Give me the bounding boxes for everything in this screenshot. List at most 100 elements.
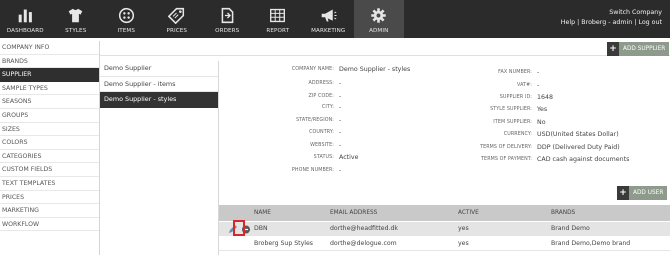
nav-admin[interactable]: ADMIN xyxy=(353,0,404,38)
phone-number-label: PHONE NUMBER: xyxy=(291,168,334,173)
nav-prices[interactable]: PRICES xyxy=(152,0,203,38)
sidebar-item-workflow[interactable]: WORKFLOW xyxy=(0,218,100,232)
nav-orders[interactable]: ORDERS xyxy=(202,0,253,38)
gear-icon xyxy=(371,8,386,23)
add-supplier-button[interactable]: + ADD SUPPLIER xyxy=(607,42,670,56)
state-region-value: - xyxy=(339,117,342,124)
nav-marketing[interactable]: MARKETING xyxy=(303,0,354,38)
column-header-active[interactable]: ACTIVE xyxy=(458,205,479,221)
user-name: Broberg Sup Styles xyxy=(254,240,314,247)
logout-link[interactable]: Log out xyxy=(638,19,662,26)
sidebar-item-categories[interactable]: CATEGORIES xyxy=(0,150,100,164)
help-link[interactable]: Help xyxy=(561,19,575,26)
phone-number-value: - xyxy=(339,167,342,174)
nav-label: STYLES xyxy=(65,28,87,34)
megaphone-icon xyxy=(321,9,337,22)
nav-items[interactable]: ITEMS xyxy=(101,0,152,38)
item-supplier-label: ITEM SUPPLIER: xyxy=(493,120,532,125)
dashboard-bars-icon xyxy=(18,9,32,23)
current-user: Broberg - admin xyxy=(581,19,633,26)
terms-of-delivery-value: DDP (Delivered Duty Paid) xyxy=(537,144,620,151)
sidebar-item-sizes[interactable]: SIZES xyxy=(0,123,100,137)
address-label: ADDRESS: xyxy=(308,81,334,86)
separator: | xyxy=(634,19,637,26)
website-value: - xyxy=(339,142,342,149)
sidebar-item-brands[interactable]: BRANDS xyxy=(0,55,100,69)
nav-label: ADMIN xyxy=(369,28,389,34)
user-brands: Brand Demo xyxy=(551,225,590,232)
price-tag-icon xyxy=(168,7,185,24)
company-name: Switch Company xyxy=(609,9,662,16)
column-header-brands[interactable]: BRANDS xyxy=(551,205,575,221)
vat-label: VAT#: xyxy=(517,83,532,88)
add-supplier-label: ADD SUPPLIER xyxy=(623,46,666,52)
nav-report[interactable]: REPORT xyxy=(253,0,304,38)
status-label: STATUS: xyxy=(313,155,334,160)
user-email: dorthe@delogue.com xyxy=(330,240,397,247)
user-brands: Brand Demo,Demo brand xyxy=(551,240,631,247)
state-region-label: STATE/REGION: xyxy=(296,118,334,123)
separator: | xyxy=(577,19,580,26)
city-label: CITY: xyxy=(321,105,334,110)
address-value: - xyxy=(339,80,342,87)
company-name-value: Demo Supplier - styles xyxy=(339,66,411,73)
user-email: dorthe@headfitted.dk xyxy=(330,225,399,232)
sidebar-item-sample-types[interactable]: SAMPLE TYPES xyxy=(0,82,100,96)
item-supplier-value: No xyxy=(537,119,546,126)
users-table-header: NAME EMAIL ADDRESS ACTIVE BRANDS xyxy=(219,205,670,221)
user-active: yes xyxy=(458,240,469,247)
nav-styles[interactable]: STYLES xyxy=(51,0,102,38)
shirt-icon xyxy=(68,8,83,23)
company-name-label: COMPANY NAME: xyxy=(291,67,334,72)
supplier-id-value: 1648 xyxy=(537,94,554,101)
order-document-icon xyxy=(221,7,234,24)
column-header-name[interactable]: NAME xyxy=(254,205,271,221)
table-row[interactable]: DBN dorthe@headfitted.dk yes Brand Demo xyxy=(219,222,670,236)
top-navigation-bar: DASHBOARD STYLES ITEMS PRICES ORDERS REP… xyxy=(0,0,670,38)
admin-sidebar: COMPANY INFO BRANDS SUPPLIER SAMPLE TYPE… xyxy=(0,41,100,232)
currency-label: CURRENCY: xyxy=(503,132,532,137)
highlight-box xyxy=(233,220,245,236)
terms-of-delivery-label: TERMS OF DELIVERY: xyxy=(480,145,532,150)
zip-code-label: ZIP CODE: xyxy=(308,94,334,99)
fax-number-label: FAX NUMBER: xyxy=(498,70,532,75)
style-supplier-value: Yes xyxy=(537,106,548,113)
sidebar-item-company-info[interactable]: COMPANY INFO xyxy=(0,41,100,55)
column-header-email[interactable]: EMAIL ADDRESS xyxy=(330,205,377,221)
nav-label: ORDERS xyxy=(215,28,240,34)
user-name: DBN xyxy=(254,225,268,232)
nav-label: DASHBOARD xyxy=(6,28,44,34)
terms-of-payment-value: CAD cash against documents xyxy=(537,156,630,163)
user-active: yes xyxy=(458,225,469,232)
company-info: Switch Company Help | Broberg - admin | … xyxy=(561,8,662,28)
sidebar-item-colors[interactable]: COLORS xyxy=(0,136,100,150)
sidebar-item-text-templates[interactable]: TEXT TEMPLATES xyxy=(0,177,100,191)
sidebar-item-custom-fields[interactable]: CUSTOM FIELDS xyxy=(0,163,100,177)
sidebar-item-seasons[interactable]: SEASONS xyxy=(0,95,100,109)
buttons-icon xyxy=(118,7,134,24)
status-value: Active xyxy=(339,154,359,161)
plus-icon: + xyxy=(607,42,619,56)
supplier-list-item[interactable]: Demo Supplier xyxy=(100,61,218,77)
nav-label: REPORT xyxy=(266,28,290,34)
nav-dashboard[interactable]: DASHBOARD xyxy=(0,0,51,38)
sidebar-item-marketing[interactable]: MARKETING xyxy=(0,204,100,218)
sidebar-item-supplier[interactable]: SUPPLIER xyxy=(0,68,100,82)
nav-label: PRICES xyxy=(166,28,187,34)
city-value: - xyxy=(339,104,342,111)
zip-code-value: - xyxy=(339,93,342,100)
country-value: - xyxy=(339,129,342,136)
supplier-toolbar xyxy=(100,42,670,56)
add-user-button[interactable]: + ADD USER xyxy=(617,186,668,200)
report-grid-icon xyxy=(270,8,286,23)
supplier-list-item[interactable]: Demo Supplier - items xyxy=(100,77,218,92)
sidebar-item-prices[interactable]: PRICES xyxy=(0,191,100,205)
table-row[interactable]: Broberg Sup Styles dorthe@delogue.com ye… xyxy=(219,237,670,251)
plus-icon: + xyxy=(617,186,629,200)
supplier-list-item-selected[interactable]: Demo Supplier - styles xyxy=(100,92,218,108)
add-user-label: ADD USER xyxy=(633,190,664,196)
sidebar-item-groups[interactable]: GROUPS xyxy=(0,109,100,123)
website-label: WEBSITE: xyxy=(310,143,334,148)
nav-label: ITEMS xyxy=(117,28,135,34)
fax-number-value: - xyxy=(537,69,540,76)
